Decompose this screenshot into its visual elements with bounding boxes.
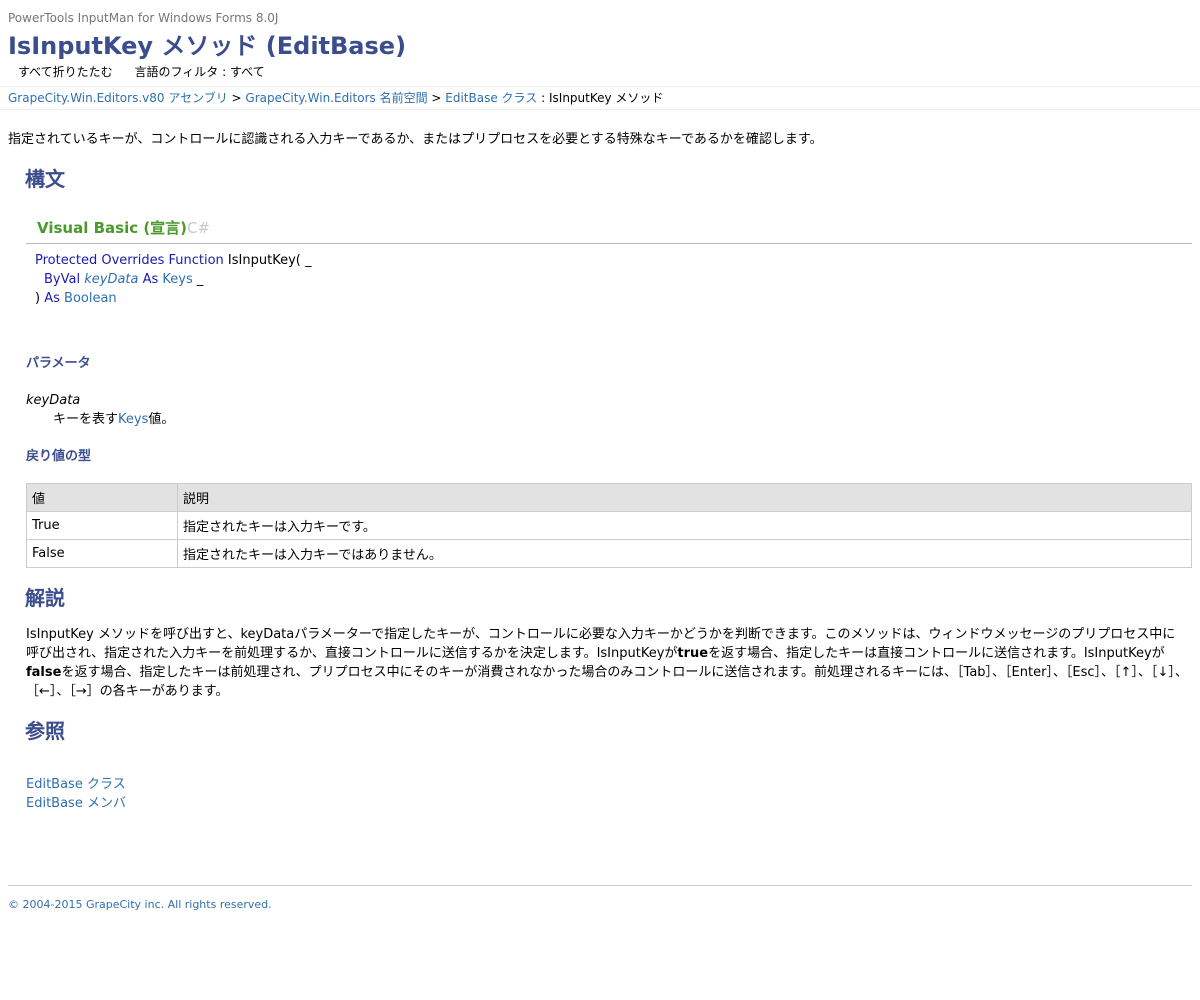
page-header: PowerTools InputMan for Windows Forms 8.… (8, 10, 1192, 80)
syntax-heading[interactable]: 構文 (25, 166, 65, 192)
remarks-bold: false (26, 665, 62, 680)
breadcrumb: GrapeCity.Win.Editors.v80 アセンブリ > GrapeC… (0, 86, 1200, 110)
param-desc-text: キーを表す (53, 412, 119, 427)
code-keyword: ByVal (44, 272, 81, 287)
table-cell: 指定されたキーは入力キーです。 (177, 511, 1192, 540)
code-line: Protected Overrides Function IsInputKey(… (35, 251, 311, 270)
editbase-members-link[interactable]: EditBase メンバ (26, 796, 126, 811)
breadcrumb-separator: > (227, 91, 246, 105)
boolean-type-link[interactable]: Boolean (64, 291, 117, 306)
code-keyword: Protected Overrides Function (35, 253, 224, 268)
syntax-code-block: Protected Overrides Function IsInputKey(… (35, 251, 311, 308)
breadcrumb-separator: > (427, 91, 446, 105)
language-filter-dropdown[interactable]: 言語のフィルタ : すべて (135, 65, 265, 79)
breadcrumb-assembly-link[interactable]: GrapeCity.Win.Editors.v80 アセンブリ (8, 91, 228, 105)
keys-link[interactable]: Keys (118, 412, 148, 427)
table-row: True 指定されたキーは入力キーです。 (26, 511, 1192, 540)
breadcrumb-namespace-link[interactable]: GrapeCity.Win.Editors 名前空間 (245, 91, 427, 105)
language-tabs: Visual Basic (宣言) C# (26, 214, 1192, 244)
page-title: IsInputKey メソッド (EditBase) (8, 32, 407, 60)
return-value-heading: 戻り値の型 (26, 449, 92, 464)
method-summary: 指定されているキーが、コントロールに認識される入力キーであるか、またはプリプロセ… (8, 132, 823, 147)
return-value-table: 値 説明 True 指定されたキーは入力キーです。 False 指定されたキーは… (26, 483, 1192, 568)
code-text: IsInputKey( _ (223, 253, 312, 268)
tab-visual-basic[interactable]: Visual Basic (宣言) (37, 218, 187, 238)
collapse-all-link[interactable]: すべて折りたたむ (18, 65, 113, 79)
parameters-heading: パラメータ (26, 356, 91, 371)
table-row: False 指定されたキーは入力キーではありません。 (26, 539, 1192, 568)
code-text: ) (35, 291, 45, 306)
breadcrumb-current: : IsInputKey メソッド (537, 91, 664, 105)
remarks-part: を返す場合、指定したキーは前処理され、プリプロセス中にそのキーが消費されなかった… (26, 665, 1188, 699)
footer-divider (8, 885, 1192, 886)
tab-csharp[interactable]: C# (187, 218, 210, 238)
table-cell: False (26, 539, 178, 568)
help-page: PowerTools InputMan for Windows Forms 8.… (0, 0, 1200, 1000)
parameter-description: キーを表すKeys値。 (53, 411, 174, 429)
code-line: ) As Boolean (35, 289, 311, 308)
remarks-text: IsInputKey メソッドを呼び出すと、keyDataパラメーターで指定した… (26, 625, 1188, 701)
product-name: PowerTools InputMan for Windows Forms 8.… (8, 11, 279, 25)
editbase-class-link[interactable]: EditBase クラス (26, 777, 126, 792)
column-header-description: 説明 (177, 483, 1192, 512)
code-text: _ (192, 272, 204, 287)
table-cell: 指定されたキーは入力キーではありません。 (177, 539, 1192, 568)
code-keyword: As (138, 272, 163, 287)
keys-type-link[interactable]: Keys (162, 272, 192, 287)
copyright-footer: © 2004-2015 GrapeCity inc. All rights re… (8, 898, 272, 911)
breadcrumb-class-link[interactable]: EditBase クラス (445, 91, 537, 105)
see-also-links: EditBase クラス EditBase メンバ (26, 775, 126, 813)
code-parameter: keyData (84, 272, 139, 287)
remarks-heading[interactable]: 解説 (25, 585, 65, 611)
table-cell: True (26, 511, 178, 540)
remarks-part: を返す場合、指定したキーは直接コントロールに送信されます。IsInputKeyが (708, 646, 1165, 661)
column-header-value: 値 (26, 483, 178, 512)
parameter-name: keyData (26, 393, 81, 408)
table-header-row: 値 説明 (26, 483, 1192, 512)
see-also-heading[interactable]: 参照 (25, 718, 65, 744)
header-links: すべて折りたたむ 言語のフィルタ : すべて (18, 64, 1192, 80)
code-line: ByVal keyData As Keys _ (35, 270, 311, 289)
param-desc-text: 値。 (148, 412, 175, 427)
code-keyword: As (44, 291, 60, 306)
remarks-bold: true (677, 646, 709, 661)
